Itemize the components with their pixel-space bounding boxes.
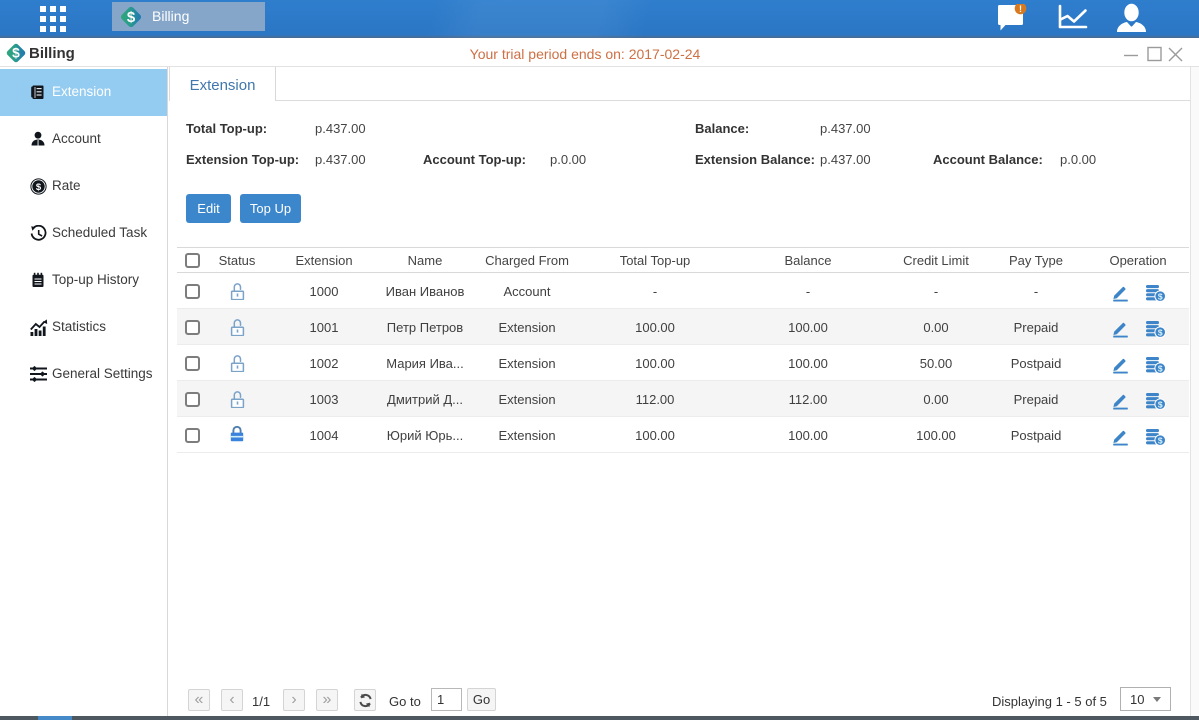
svg-text:$: $: [1158, 327, 1163, 337]
svg-text:$: $: [1158, 363, 1163, 373]
svg-text:$: $: [1158, 435, 1163, 445]
svg-text:$: $: [1158, 399, 1163, 409]
svg-text:!: !: [1019, 4, 1022, 14]
svg-text:$: $: [1158, 291, 1163, 301]
svg-text:$: $: [127, 9, 136, 26]
svg-text:$: $: [36, 182, 42, 193]
